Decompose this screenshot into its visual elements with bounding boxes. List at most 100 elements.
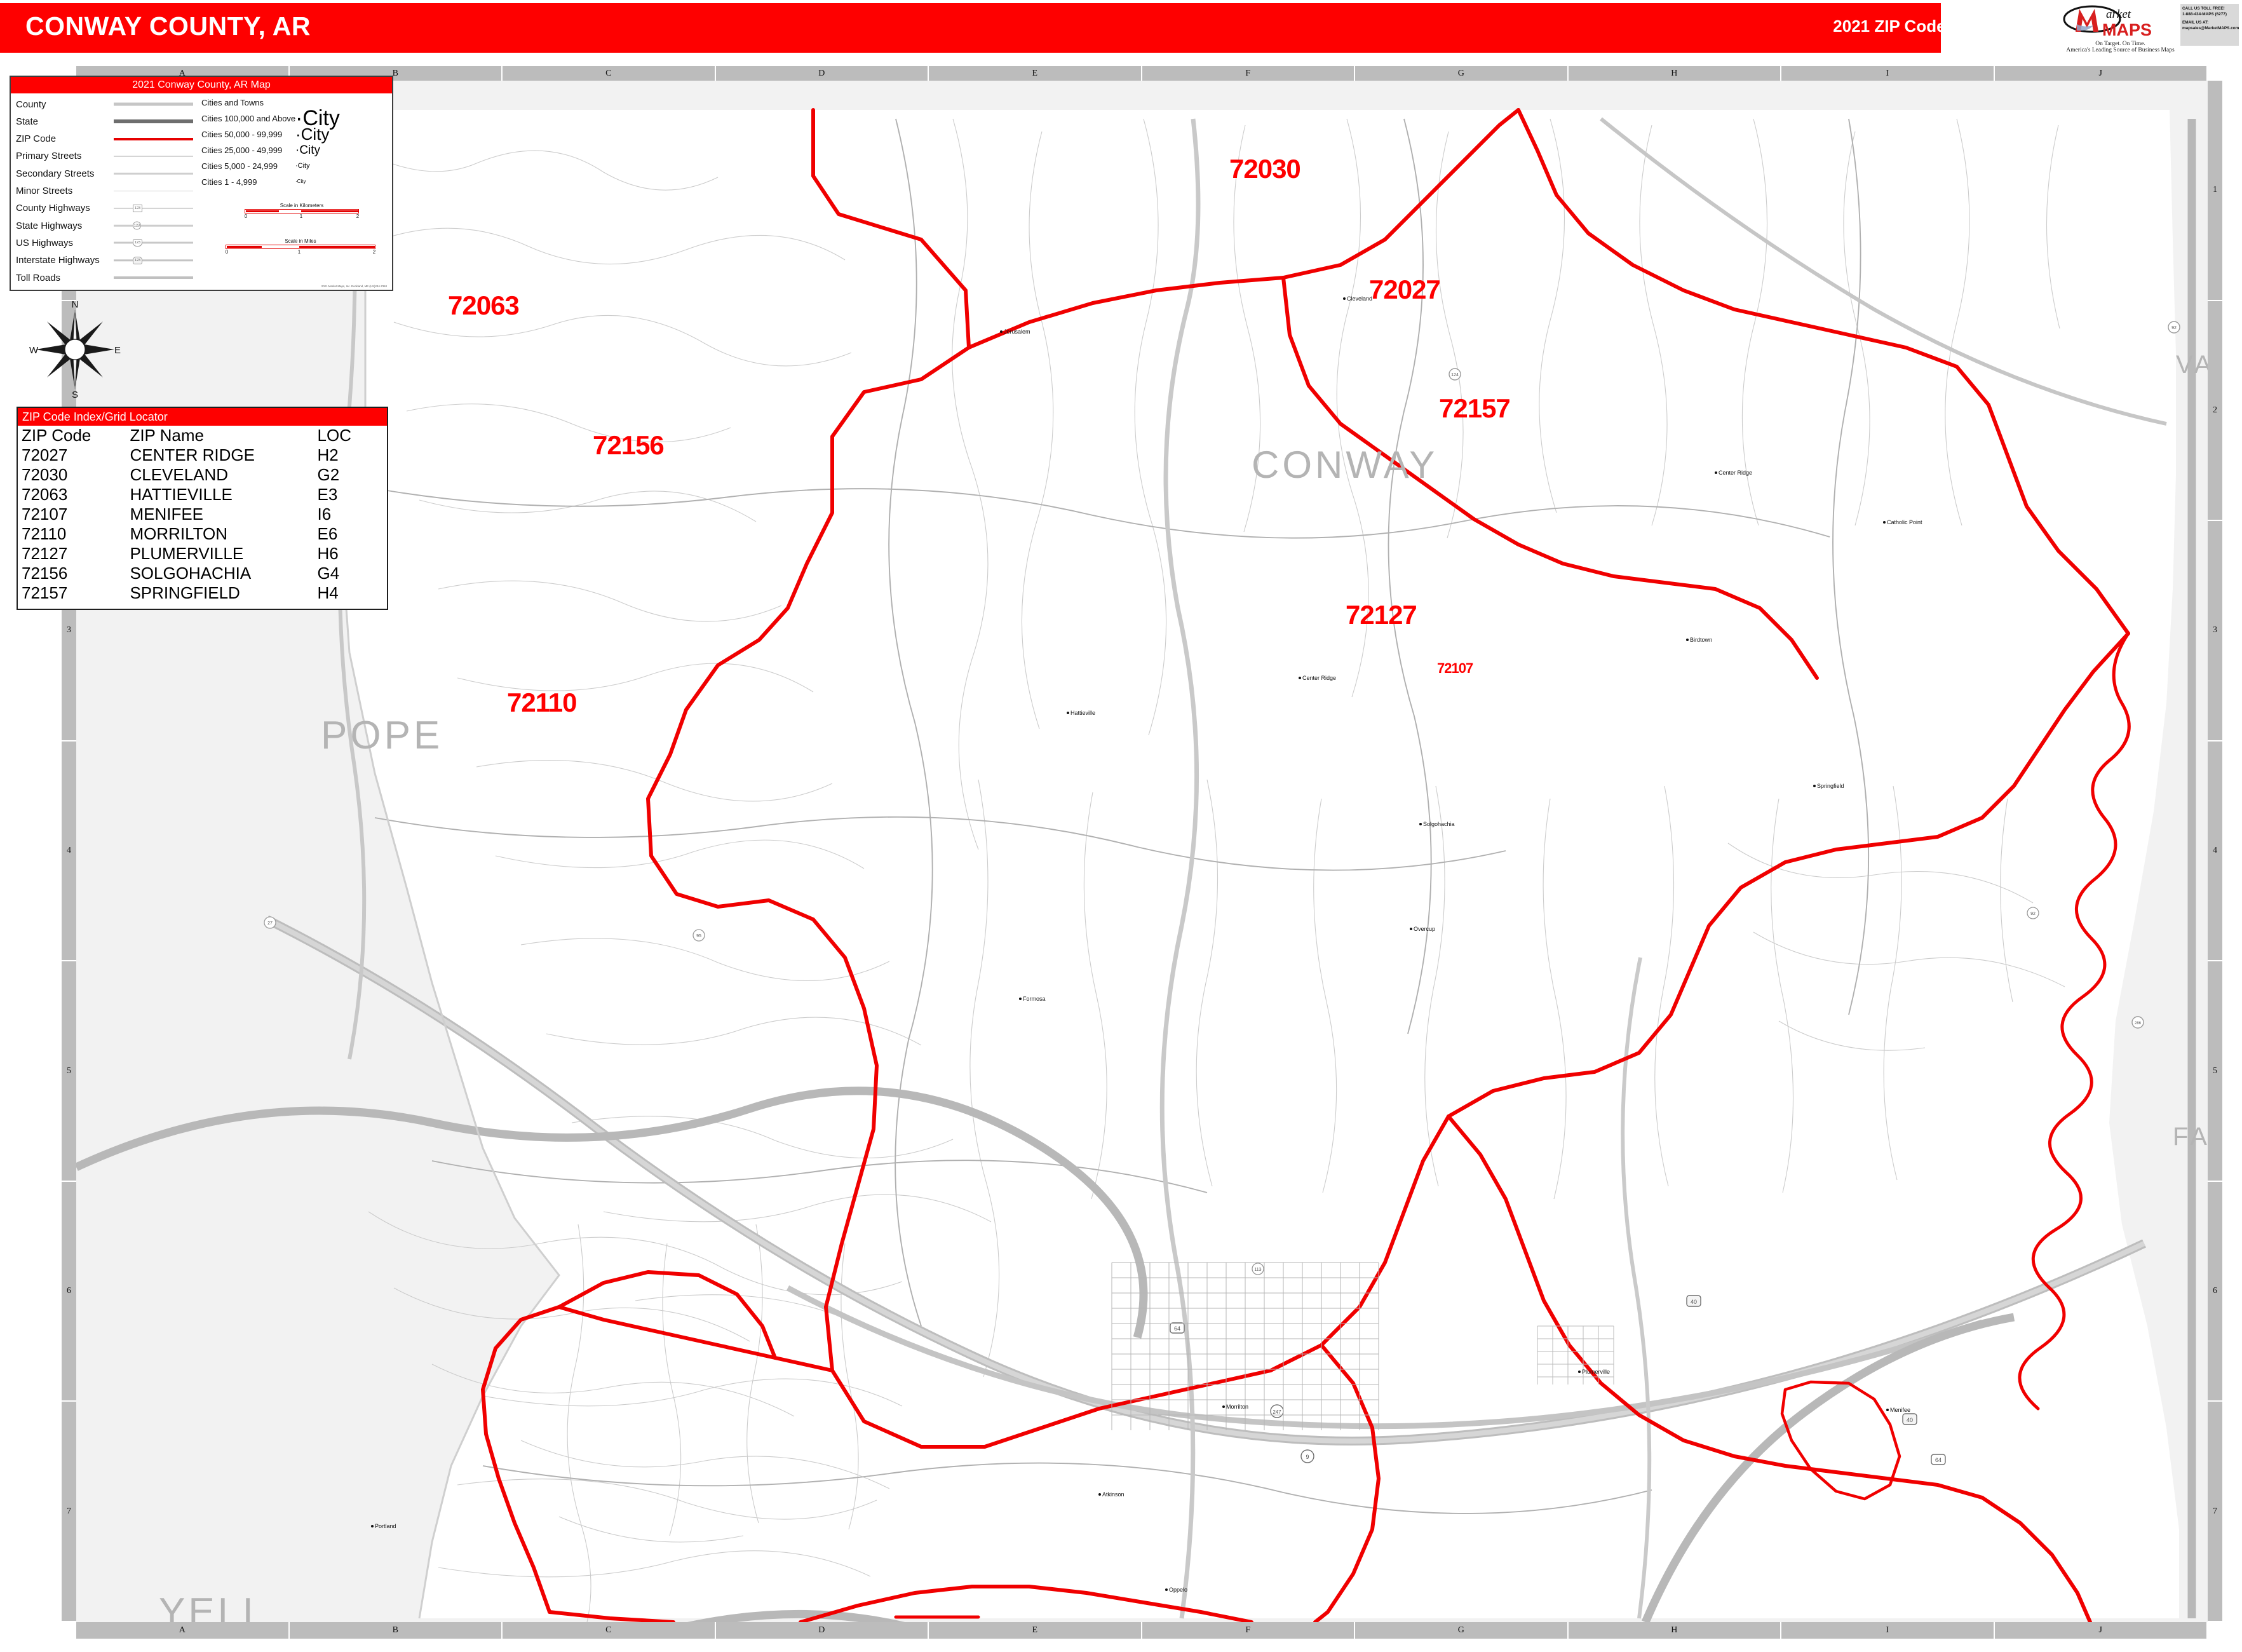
scale-km-tick-2: 2 [356,213,359,219]
legend-city-class-3: Cities 25,000 - 49,999·City [201,142,389,158]
legend-swatch-line [114,208,193,209]
highway-shield-icon: 123 [133,205,142,212]
map-county-label-conway: CONWAY [1252,443,1438,487]
map-zip-label-72157: 72157 [1439,393,1510,424]
legend-item-swatch: 123 [110,236,196,250]
compass-star [36,310,114,389]
zip-index-row[interactable]: 72157SPRINGFIELDH4 [18,583,387,609]
legend-city-class-example: ·City [295,179,306,184]
legend-item-swatch [110,114,196,128]
zip-index-row[interactable]: 72030CLEVELANDG2 [18,465,387,485]
map-town-dot [1019,998,1022,1000]
zip-loc-cell: H6 [314,544,387,564]
grid-ruler-bottom: ABCDEFGHIJ [76,1622,2208,1639]
grid-col-label-top-F: F [1142,66,1356,81]
grid-col-label-bottom-D: D [716,1622,929,1639]
grid-col-label-top-H: H [1569,66,1782,81]
legend-cities-panel: Cities and Towns Cities 100,000 and Abov… [201,93,389,290]
legend-swatch-line [114,259,193,261]
legend-item-label: Primary Streets [16,151,110,161]
legend-city-class-example: ·City [295,163,310,170]
svg-text:247: 247 [1273,1409,1281,1415]
zip-loc-cell: H4 [314,583,387,609]
legend-item-label: County [16,99,110,110]
legend-swatch-line [114,191,193,192]
svg-text:95: 95 [696,934,701,938]
legend-item-swatch [110,132,196,146]
legend-city-class-example: ·City [295,144,320,156]
map-town-dot [1686,639,1689,641]
compass-rose: N S W E [24,299,126,400]
zip-code-cell: 72110 [18,524,126,544]
page-title: CONWAY COUNTY, AR [25,11,311,41]
map-canvas[interactable]: 124 92 286 64 40 40 64 247 9 [76,81,2208,1622]
map-town-label-morrilton: Morrilton [1226,1404,1248,1410]
zip-code-cell: 72030 [18,465,126,485]
zip-index-row[interactable]: 72156SOLGOHACHIAG4 [18,564,387,583]
zip-index-row[interactable]: 72027CENTER RIDGEH2 [18,445,387,465]
scale-km-bar [245,209,359,213]
highway-shield-icon: 123 [133,239,142,247]
zip-index-row[interactable]: 72063HATTIEVILLEE3 [18,485,387,504]
scale-mi-bar [226,245,375,249]
zip-col-loc: LOC [314,426,387,445]
map-town-dot [1165,1588,1168,1591]
conway-county-fill [343,110,2179,1618]
zip-index-row[interactable]: 72107MENIFEEI6 [18,504,387,524]
map-legend: 2021 Conway County, AR Map CountyStateZI… [10,76,393,291]
legend-item-interstate-highways: Interstate Highways123 [16,252,200,269]
map-town-label-catholic-point: Catholic Point [1887,519,1922,525]
zip-name-cell: HATTIEVILLE [126,485,313,504]
map-town-dot [1222,1405,1225,1408]
map-county-label-pope: POPE [321,713,443,758]
highway-shield-icon: 123 [133,222,141,230]
grid-row-label-left-5: 5 [62,961,76,1182]
scale-mi-title: Scale in Miles [226,238,375,244]
zip-index-panel: ZIP Code Index/Grid Locator ZIP Code ZIP… [17,407,388,610]
map-town-label-oppelo: Oppelo [1169,1587,1187,1593]
legend-body: CountyStateZIP CodePrimary StreetsSecond… [11,93,392,290]
grid-col-label-top-J: J [1995,66,2208,81]
zip-index-row[interactable]: 72110MORRILTONE6 [18,524,387,544]
zip-name-cell: PLUMERVILLE [126,544,313,564]
legend-city-class-2: Cities 50,000 - 99,999·City [201,126,389,142]
legend-city-class-label: Cities 100,000 and Above [201,114,295,123]
zip-name-cell: MENIFEE [126,504,313,524]
svg-text:40: 40 [1907,1417,1913,1423]
grid-col-label-bottom-B: B [290,1622,503,1639]
scale-km-title: Scale in Kilometers [245,203,359,208]
edition-label: 2021 ZIP Code Redline Edition [1833,17,2070,36]
marketmaps-logo-mark: arket MAPS [2062,3,2179,39]
map-town-dot [1813,785,1816,787]
map-town-label-plumerville: Plumerville [1582,1369,1610,1375]
zip-name-cell: SPRINGFIELD [126,583,313,609]
grid-col-label-top-G: G [1355,66,1569,81]
zip-index-row[interactable]: 72127PLUMERVILLEH6 [18,544,387,564]
brand-slogan-text: On Target. On Time. [2095,41,2145,47]
map-county-label-van-buren: VAN BUREN [2176,351,2208,379]
contact-phone: 1-888-434-MAPS (6277) [2182,12,2237,18]
grid-col-label-bottom-I: I [1781,1622,1995,1639]
grid-col-label-top-C: C [503,66,716,81]
legend-city-class-label: Cities 50,000 - 99,999 [201,130,295,139]
grid-row-label-right-3: 3 [2208,521,2222,741]
legend-swatch-line [114,173,193,175]
svg-text:113: 113 [1254,1268,1261,1272]
legend-city-class-label: Cities 25,000 - 49,999 [201,146,295,155]
brand-slogan: On Target. On Time. America's Leading So… [2062,41,2179,53]
svg-text:MAPS: MAPS [2102,20,2152,39]
map-town-dot [1000,330,1003,333]
legend-item-primary-streets: Primary Streets [16,148,200,165]
legend-item-swatch: 123 [110,201,196,215]
legend-item-label: Interstate Highways [16,255,110,266]
map-town-label-center-ridge: Center Ridge [1302,675,1336,681]
grid-row-label-right-1: 1 [2208,81,2222,301]
compass-east-label: E [114,345,121,356]
legend-item-swatch [110,271,196,285]
grid-col-label-bottom-C: C [503,1622,716,1639]
map-town-label-hattieville: Hattieville [1070,710,1095,716]
zip-name-cell: MORRILTON [126,524,313,544]
map-county-label-faulkner: FAULKNER [2173,1123,2208,1151]
map-town-label-springfield: Springfield [1817,783,1844,789]
contact-email: mapsales@MarketMAPS.com [2182,26,2237,32]
